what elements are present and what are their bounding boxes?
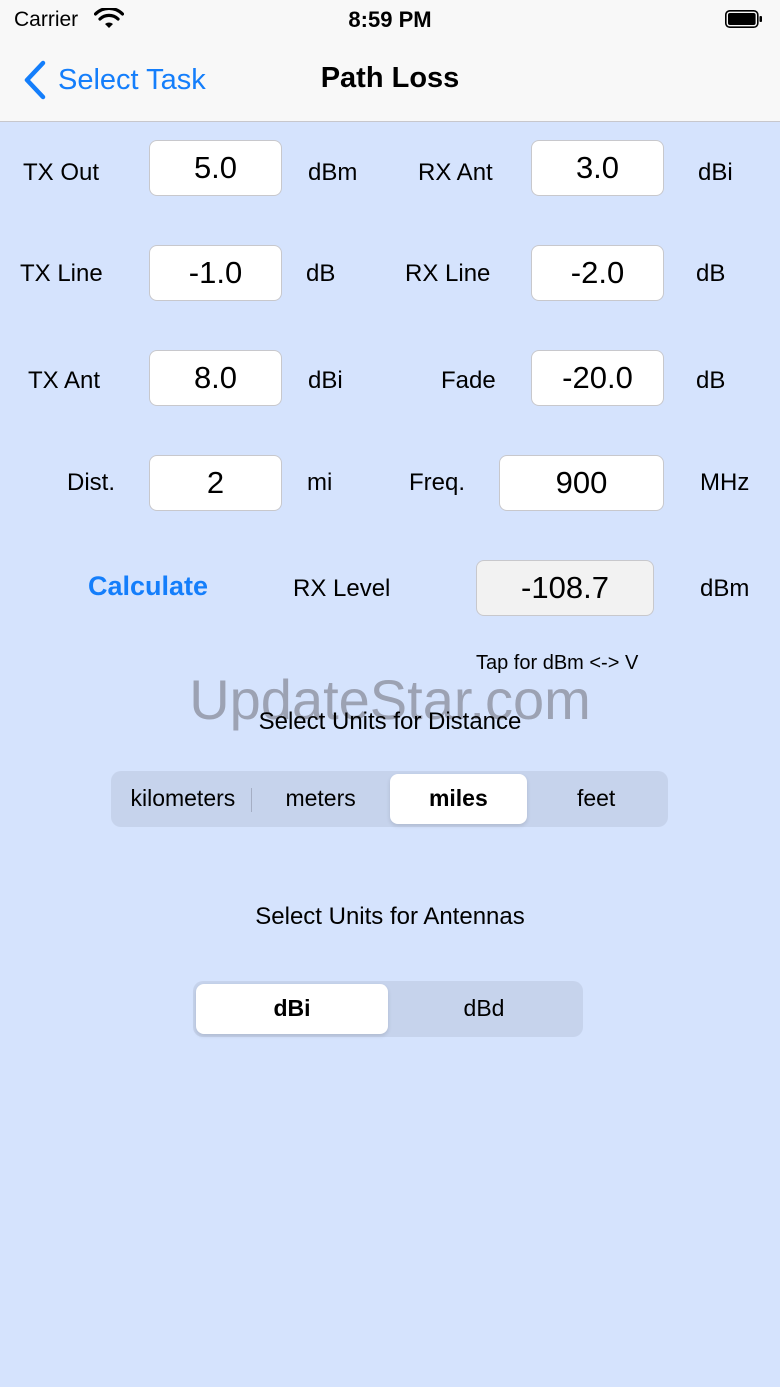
antenna-units-title: Select Units for Antennas [255,903,525,930]
battery-icon [725,10,762,28]
tx-out-unit: dBm [308,159,358,186]
status-time: 8:59 PM [348,7,432,32]
distance-units-segmented-control: kilometers meters miles feet [111,771,668,827]
rx-ant-input[interactable] [531,140,664,196]
rx-ant-unit: dBi [698,159,733,186]
fade-unit: dB [696,367,726,394]
tx-out-label: TX Out [23,159,100,186]
fade-input[interactable] [531,350,664,406]
tx-ant-label: TX Ant [28,367,101,394]
calculate-button[interactable]: Calculate [88,571,208,602]
dist-label: Dist. [67,469,115,496]
distance-units-title: Select Units for Distance [258,708,522,735]
dist-input[interactable] [149,455,282,511]
rx-line-label: RX Line [405,260,491,287]
freq-input[interactable] [499,455,664,511]
tx-out-input[interactable] [149,140,282,196]
unit-toggle-hint: Tap for dBm <-> V [476,652,639,674]
segment-miles[interactable]: miles [389,774,528,824]
antenna-units-segmented-control: dBi dBd [193,981,583,1037]
tx-line-unit: dB [306,260,336,287]
page-title: Path Loss [320,62,460,94]
tx-ant-input[interactable] [149,350,282,406]
dist-unit: mi [307,469,333,496]
segment-dbd[interactable]: dBd [388,984,580,1034]
tx-ant-unit: dBi [308,367,343,394]
segment-kilometers[interactable]: kilometers [114,774,252,824]
freq-unit: MHz [700,469,750,496]
rx-level-output[interactable]: -108.7 [476,560,654,616]
segment-dbi[interactable]: dBi [196,984,388,1034]
segment-meters[interactable]: meters [252,774,390,824]
freq-label: Freq. [409,469,466,496]
navigation-header: Carrier 8:59 PM Select Task Path Loss [0,0,780,122]
rx-level-unit: dBm [700,575,750,602]
rx-line-unit: dB [696,260,726,287]
rx-line-input[interactable] [531,245,664,301]
segment-feet[interactable]: feet [527,774,665,824]
tx-line-input[interactable] [149,245,282,301]
rx-level-label: RX Level [293,575,391,602]
fade-label: Fade [441,367,496,394]
tx-line-label: TX Line [20,260,103,287]
rx-ant-label: RX Ant [418,159,493,186]
